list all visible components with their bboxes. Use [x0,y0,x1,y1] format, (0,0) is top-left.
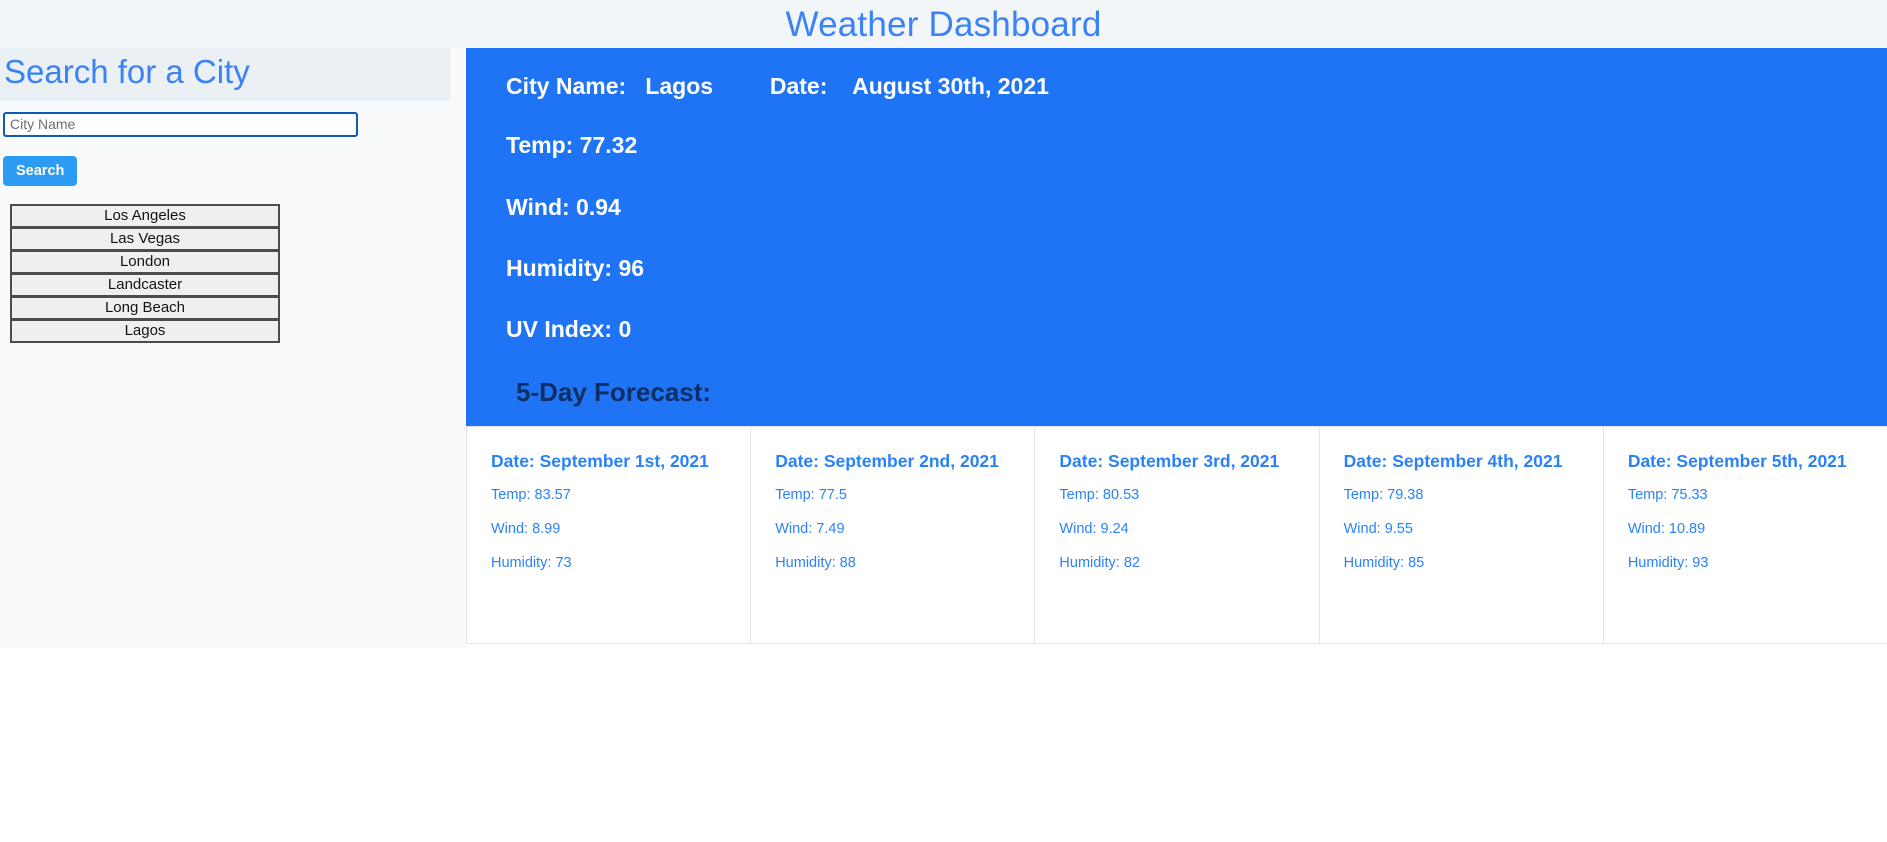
date-label: Date: [769,73,828,99]
forecast-wind: Wind: 8.99 [491,520,561,537]
forecast-card: Date: September 3rd, 2021 Temp: 80.53 Wi… [1034,427,1318,643]
forecast-card: Date: September 5th, 2021 Temp: 75.33 Wi… [1602,427,1887,643]
city-list-item[interactable]: Lagos [10,318,280,343]
forecast-date: Date: September 5th, 2021 [1627,451,1847,471]
forecast-heading: 5-Day Forecast: [516,377,712,408]
forecast-wind: Wind: 9.55 [1343,520,1413,537]
search-sidebar: Search for a City Search Los Angeles Las… [0,48,466,648]
search-sidebar-heading: Search for a City [0,48,450,101]
city-list-item[interactable]: Landcaster [10,272,280,297]
current-humidity: Humidity: 96 [506,254,645,281]
current-wind: Wind: 0.94 [506,193,621,220]
city-name-value: Lagos [645,73,714,99]
current-weather-panel: City Name: Lagos Date: August 30th, 2021… [466,48,1887,426]
forecast-temp: Temp: 80.53 [1059,486,1140,503]
city-list-item[interactable]: London [10,249,280,274]
forecast-humidity: Humidity: 93 [1627,554,1709,571]
forecast-humidity: Humidity: 73 [491,554,572,571]
search-input[interactable] [3,111,358,137]
city-name-label: City Name: [506,73,627,99]
forecast-date: Date: September 2nd, 2021 [775,451,999,471]
page-header: Weather Dashboard [0,0,1887,48]
date-value: August 30th, 2021 [852,73,1049,99]
city-history-list: Los Angeles Las Vegas London Landcaster … [10,203,280,343]
search-button[interactable]: Search [3,155,78,186]
forecast-card: Date: September 4th, 2021 Temp: 79.38 Wi… [1318,427,1603,643]
page-title: Weather Dashboard [785,4,1102,44]
main-layout: Search for a City Search Los Angeles Las… [0,48,1887,648]
forecast-humidity: Humidity: 88 [775,554,856,571]
city-list-item[interactable]: Los Angeles [10,203,280,228]
forecast-row: Date: September 1st, 2021 Temp: 83.57 Wi… [466,426,1887,644]
forecast-temp: Temp: 75.33 [1627,486,1708,503]
forecast-temp: Temp: 83.57 [491,486,571,503]
current-uv-index: UV Index: 0 [506,316,632,343]
forecast-date: Date: September 4th, 2021 [1343,451,1563,471]
city-list-item[interactable]: Las Vegas [10,226,280,251]
weather-main: City Name: Lagos Date: August 30th, 2021… [466,48,1887,648]
forecast-temp: Temp: 79.38 [1343,486,1424,503]
forecast-wind: Wind: 7.49 [775,520,845,537]
current-weather-city-date: City Name: Lagos Date: August 30th, 2021 [506,73,1887,99]
forecast-card: Date: September 1st, 2021 Temp: 83.57 Wi… [466,427,750,643]
forecast-card: Date: September 2nd, 2021 Temp: 77.5 Win… [750,427,1034,643]
current-temp: Temp: 77.32 [506,132,638,159]
forecast-wind: Wind: 9.24 [1059,520,1129,537]
forecast-humidity: Humidity: 85 [1343,554,1425,571]
forecast-humidity: Humidity: 82 [1059,554,1140,571]
forecast-date: Date: September 1st, 2021 [491,451,709,471]
forecast-temp: Temp: 77.5 [775,486,847,503]
forecast-wind: Wind: 10.89 [1627,520,1706,537]
forecast-date: Date: September 3rd, 2021 [1059,451,1280,471]
city-list-item[interactable]: Long Beach [10,295,280,320]
